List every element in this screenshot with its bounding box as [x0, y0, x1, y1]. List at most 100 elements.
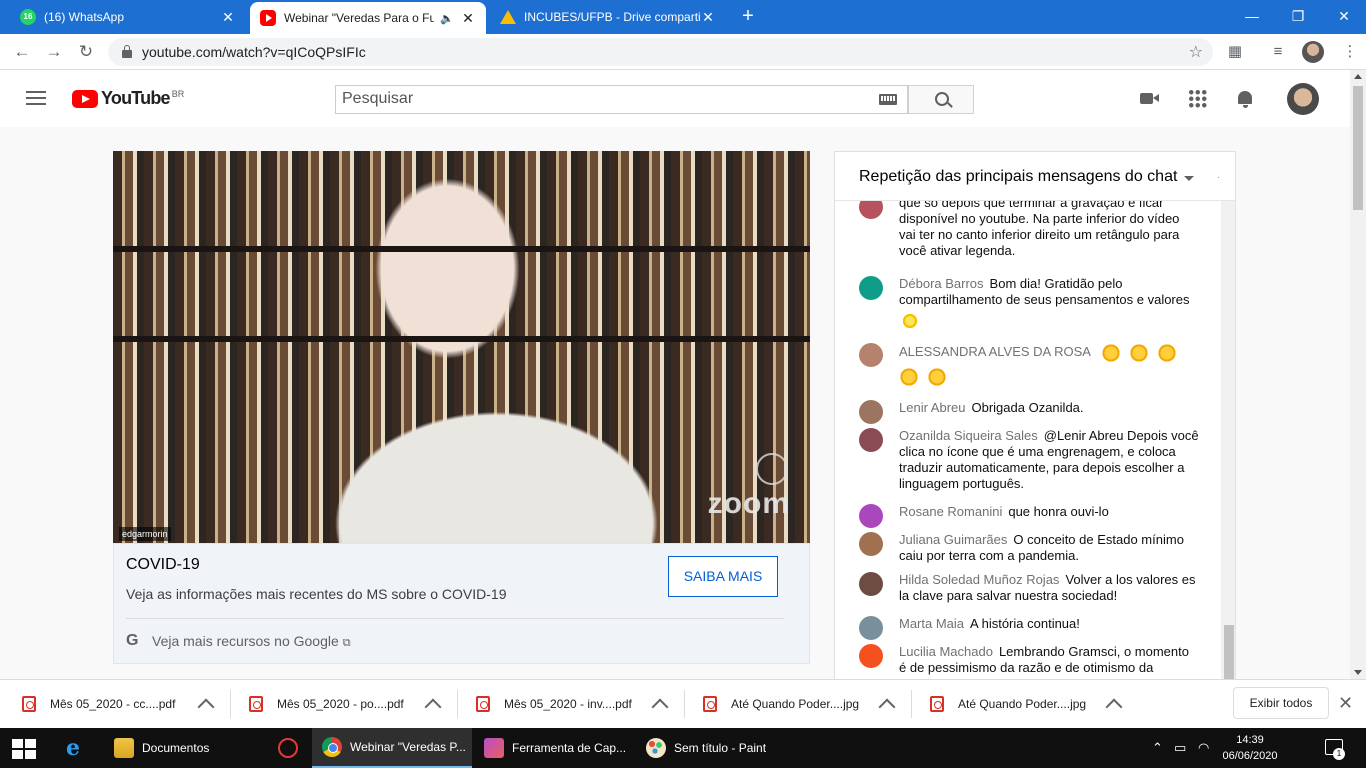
create-video-icon[interactable]: [1140, 89, 1160, 109]
more-options-icon[interactable]: ·: [1217, 172, 1220, 183]
menu-icon[interactable]: ⋮: [1340, 42, 1360, 62]
taskbar-item-documentos[interactable]: Documentos: [104, 728, 264, 768]
taskbar-item-paint[interactable]: Sem título - Paint: [636, 728, 796, 768]
notifications-bell-icon[interactable]: [1236, 89, 1256, 109]
download-item[interactable]: Até Quando Poder....jpg: [703, 689, 896, 719]
apps-grid-icon[interactable]: [1188, 89, 1208, 109]
download-item[interactable]: Mês 05_2020 - po....pdf: [249, 689, 442, 719]
windows-taskbar: e Documentos Webinar "Veredas P... Ferra…: [0, 728, 1366, 768]
info-title: COVID-19: [126, 556, 200, 573]
taskbar-item-chrome[interactable]: Webinar "Veredas P...: [312, 728, 472, 768]
message-author[interactable]: Marta Maia: [899, 616, 964, 631]
windows-start-icon[interactable]: [12, 739, 36, 759]
message-author[interactable]: Hilda Soledad Muñoz Rojas: [899, 572, 1059, 587]
reload-icon[interactable]: ↻: [76, 42, 96, 62]
download-item[interactable]: Até Quando Poder....jpg: [930, 689, 1123, 719]
message-author[interactable]: Débora Barros: [899, 276, 984, 291]
logo-text: YouTube: [101, 88, 171, 108]
address-bar[interactable]: youtube.com/watch?v=qICoQPsIFIc ☆: [108, 38, 1213, 66]
tab-title: INCUBES/UFPB - Drive compartilhado: [524, 10, 700, 24]
download-filename: Até Quando Poder....jpg: [958, 697, 1087, 711]
avatar[interactable]: [859, 532, 883, 556]
minimize-icon[interactable]: —: [1242, 6, 1262, 26]
document-icon: [114, 738, 134, 758]
avatar[interactable]: [859, 644, 883, 668]
chat-message: Débora Barros Bom dia! Gratidão pelo comp…: [859, 276, 1199, 332]
system-clock[interactable]: 14:39 06/06/2020: [1220, 732, 1280, 764]
taskbar-label: Sem título - Paint: [674, 741, 767, 755]
media-control-icon[interactable]: ≡: [1268, 42, 1288, 62]
forward-icon[interactable]: →: [44, 42, 64, 62]
downloads-bar: Mês 05_2020 - cc....pdf Mês 05_2020 - po…: [0, 679, 1366, 728]
speaker-icon[interactable]: 🔈: [440, 12, 454, 25]
tab-search-icon[interactable]: ▦: [1225, 42, 1245, 62]
account-avatar[interactable]: [1287, 83, 1319, 115]
youtube-logo[interactable]: YouTube BR: [72, 88, 184, 109]
video-player[interactable]: zoom edgarmorin: [113, 151, 810, 543]
download-item[interactable]: Mês 05_2020 - cc....pdf: [22, 689, 215, 719]
tab-drive[interactable]: INCUBES/UFPB - Drive compartilhado ✕: [490, 0, 726, 34]
wifi-icon[interactable]: ◠: [1198, 740, 1209, 756]
search-input[interactable]: Pesquisar: [335, 85, 908, 114]
avatar[interactable]: [859, 428, 883, 452]
message-author[interactable]: Lenir Abreu: [899, 400, 966, 415]
download-item[interactable]: Mês 05_2020 - inv....pdf: [476, 689, 669, 719]
window-close-icon[interactable]: ✕: [1334, 6, 1354, 26]
new-tab-button[interactable]: +: [738, 6, 758, 26]
taskbar-item-snipping-tool[interactable]: Ferramenta de Cap...: [474, 728, 634, 768]
keyboard-icon[interactable]: [879, 94, 897, 105]
avatar[interactable]: [859, 504, 883, 528]
search-button[interactable]: [908, 85, 974, 114]
browser-toolbar: ← → ↻ youtube.com/watch?v=qICoQPsIFIc ☆ …: [0, 34, 1366, 70]
avatar[interactable]: [859, 400, 883, 424]
chevron-up-icon[interactable]: [651, 698, 669, 716]
chrome-icon: [322, 737, 342, 757]
clapping-hands-emoji-icon: [927, 367, 947, 387]
saiba-mais-button[interactable]: SAIBA MAIS: [668, 556, 778, 597]
message-author[interactable]: Lucilia Machado: [899, 644, 993, 659]
chat-scrollbar[interactable]: [1221, 201, 1235, 680]
show-hidden-icons-icon[interactable]: ⌃: [1152, 740, 1163, 756]
bookmark-star-icon[interactable]: ☆: [1189, 42, 1203, 62]
google-drive-icon: [500, 10, 516, 24]
dropdown-arrow-icon[interactable]: [1184, 176, 1194, 181]
edge-browser-icon[interactable]: e: [66, 737, 88, 759]
avatar[interactable]: [859, 572, 883, 596]
profile-avatar[interactable]: [1302, 41, 1324, 63]
tab-whatsapp[interactable]: 16 (16) WhatsApp ✕: [10, 0, 246, 34]
avatar[interactable]: [859, 616, 883, 640]
message-author[interactable]: Rosane Romanini: [899, 504, 1002, 519]
chevron-up-icon[interactable]: [1105, 698, 1123, 716]
message-author[interactable]: Ozanilda Siqueira Sales: [899, 428, 1038, 443]
page-scrollbar-thumb[interactable]: [1353, 86, 1363, 210]
restore-icon[interactable]: ❐: [1288, 6, 1308, 26]
chat-header[interactable]: Repetição das principais mensagens do ch…: [835, 152, 1235, 201]
paint-icon: [646, 738, 666, 758]
close-icon[interactable]: ✕: [460, 10, 476, 27]
chevron-up-icon[interactable]: [424, 698, 442, 716]
message-author[interactable]: Juliana Guimarães: [899, 532, 1007, 547]
close-icon[interactable]: ✕: [220, 9, 236, 26]
show-all-downloads-button[interactable]: Exibir todos: [1233, 687, 1329, 719]
chevron-up-icon[interactable]: [878, 698, 896, 716]
battery-icon[interactable]: ▭: [1174, 740, 1186, 756]
pdf-file-icon: [22, 696, 36, 712]
chat-message: ALESSANDRA ALVES DA ROSA: [859, 343, 1199, 387]
guide-menu-icon[interactable]: [26, 91, 46, 105]
close-downloads-icon[interactable]: ✕: [1338, 693, 1353, 714]
taskbar-item-app[interactable]: [268, 728, 308, 768]
tab-youtube-webinar[interactable]: Webinar "Veredas Para o Futuro" 🔈 ✕: [250, 2, 486, 34]
back-icon[interactable]: ←: [12, 42, 32, 62]
message-text: que só depois que terminar a gravação e …: [899, 195, 1180, 258]
chat-scrollbar-thumb[interactable]: [1224, 625, 1234, 680]
scroll-down-icon[interactable]: [1354, 670, 1362, 675]
chevron-up-icon[interactable]: [197, 698, 215, 716]
google-resources-link[interactable]: Veja mais recursos no Google ⧉: [152, 633, 351, 650]
avatar[interactable]: [859, 343, 883, 367]
scroll-up-icon[interactable]: [1354, 74, 1362, 79]
page-scrollbar[interactable]: [1350, 70, 1366, 679]
image-file-icon: [703, 696, 717, 712]
close-icon[interactable]: ✕: [700, 9, 716, 26]
avatar[interactable]: [859, 276, 883, 300]
message-author[interactable]: ALESSANDRA ALVES DA ROSA: [899, 344, 1091, 359]
